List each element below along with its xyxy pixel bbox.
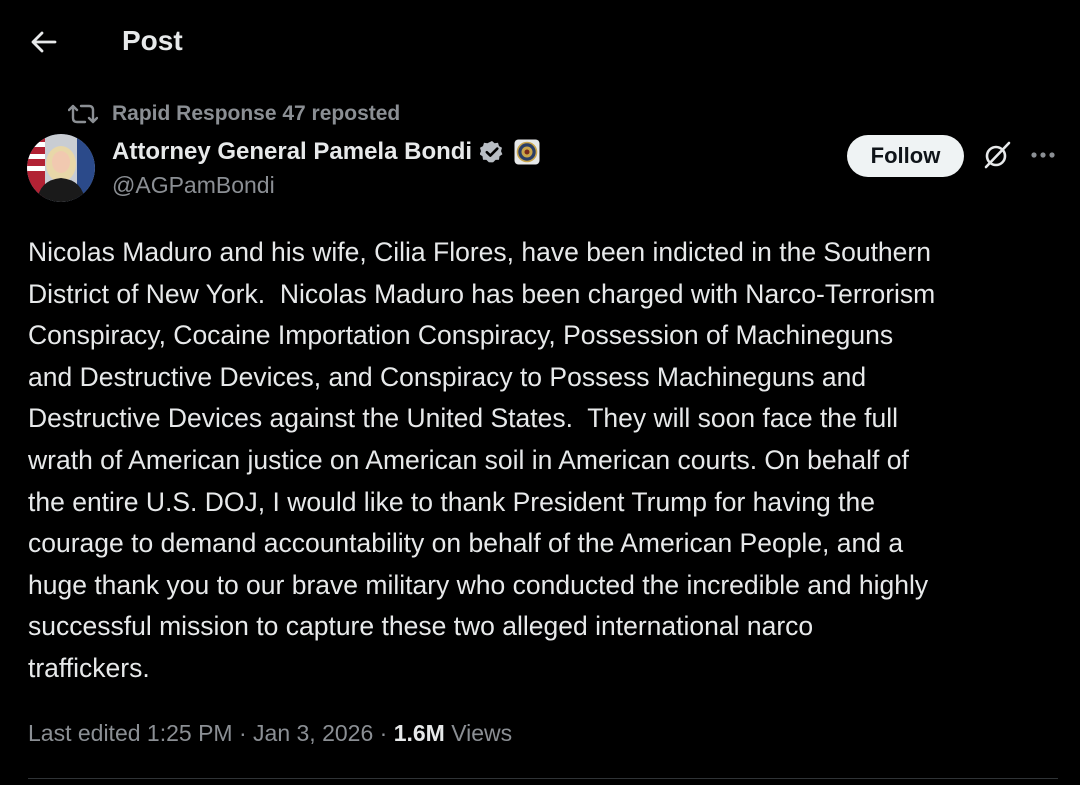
doj-seal-icon[interactable] <box>514 139 540 165</box>
post-text-line: District of New York. Nicolas Maduro has… <box>28 278 936 309</box>
post-text-line: Conspiracy, Cocaine Importation Conspira… <box>28 320 894 351</box>
post-date[interactable]: Jan 3, 2026 <box>253 720 373 747</box>
repost-text: Rapid Response 47 reposted <box>112 102 401 125</box>
arrow-left-icon <box>31 31 57 53</box>
avatar[interactable] <box>27 134 95 202</box>
post-page: Post Rapid Response 47 reposted Attorney… <box>0 0 1080 785</box>
meta-separator: · <box>373 719 394 746</box>
post-text-line: the entire U.S. DOJ, I would like to tha… <box>28 486 875 517</box>
grok-icon <box>984 141 1011 169</box>
grok-button[interactable] <box>980 138 1014 172</box>
post-text-line: successful mission to capture these two … <box>28 611 814 642</box>
author-name-row[interactable]: Attorney General Pamela Bondi <box>112 136 540 168</box>
back-button[interactable] <box>24 22 64 62</box>
edited-prefix[interactable]: Last edited <box>28 720 147 747</box>
more-options-button[interactable] <box>1026 138 1060 172</box>
repost-icon <box>68 102 98 126</box>
repost-context[interactable]: Rapid Response 47 reposted <box>68 100 400 128</box>
page-title: Post <box>122 25 183 56</box>
views-label[interactable]: Views <box>445 720 512 747</box>
post-text-line: courage to demand accountability on beha… <box>28 528 904 559</box>
post-text-line: traffickers. <box>28 652 150 683</box>
post-text-line: Nicolas Maduro and his wife, Cilia Flore… <box>28 237 931 267</box>
post-text: Nicolas Maduro and his wife, Cilia Flore… <box>28 232 1058 690</box>
follow-button[interactable]: Follow <box>847 135 964 177</box>
top-bar: Post <box>0 0 1080 84</box>
post-text-line: huge thank you to our brave military who… <box>28 569 929 600</box>
post-text-line: and Destructive Devices, and Conspiracy … <box>28 361 867 392</box>
meta-separator: · <box>232 719 254 746</box>
post-text-line: Destructive Devices against the United S… <box>28 403 899 434</box>
author-name[interactable]: Attorney General Pamela Bondi <box>112 138 472 166</box>
author-handle[interactable]: @AGPamBondi <box>112 170 275 200</box>
divider <box>28 778 1058 779</box>
more-dots-icon <box>1031 152 1055 158</box>
views-count[interactable]: 1.6M <box>394 720 445 747</box>
post-meta: Last edited 1:25 PM · Jan 3, 2026 · 1.6M… <box>28 716 512 750</box>
verified-badge-icon[interactable] <box>480 140 504 164</box>
post-text-line: wrath of American justice on American so… <box>28 444 909 475</box>
post-time[interactable]: 1:25 PM <box>147 720 233 747</box>
